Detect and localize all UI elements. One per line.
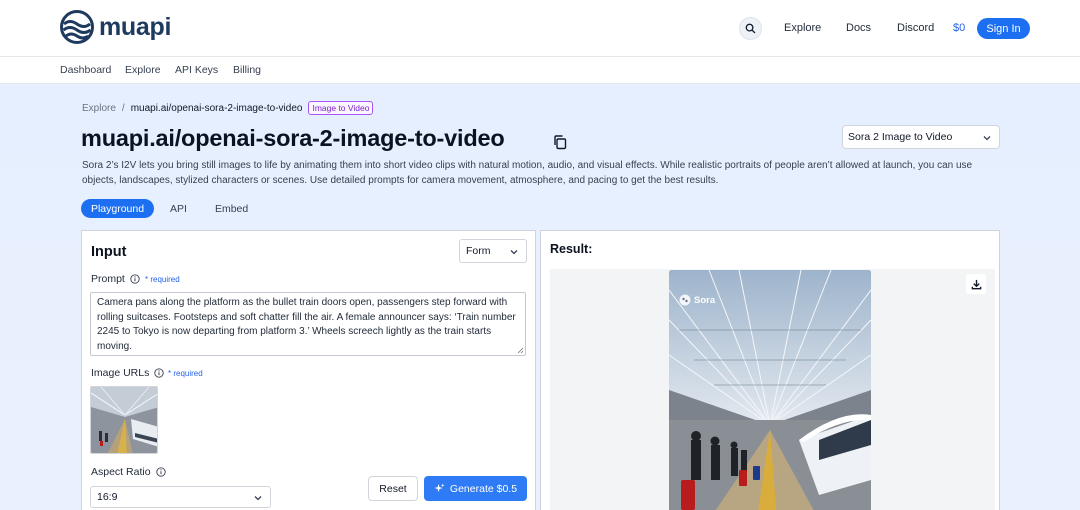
nav-discord-link[interactable]: Discord [897,22,934,34]
download-icon [971,279,981,289]
subnav-billing-link[interactable]: Billing [233,64,261,76]
result-video[interactable]: Sora [669,270,871,510]
generate-button-label: Generate $0.5 [449,482,518,495]
top-navbar: muapi Explore Docs Discord $0 Sign In [0,0,1080,57]
breadcrumb-separator: / [121,102,125,114]
info-icon[interactable] [130,274,140,284]
resize-grip-icon[interactable] [517,347,524,354]
nav-explore-link[interactable]: Explore [784,22,821,34]
sign-in-button[interactable]: Sign In [977,18,1030,39]
prompt-label-text: Prompt [91,273,125,285]
input-panel: Input Form Prompt * required Camera pans… [81,230,536,510]
prompt-required-note: * required [145,275,180,284]
page-description: Sora 2’s I2V lets you bring still images… [82,160,973,186]
sparkle-icon [434,483,445,493]
result-preview-area: Sora [550,269,995,510]
model-select[interactable]: Sora 2 Image to Video [842,125,1000,149]
search-button[interactable] [739,17,762,40]
search-icon [745,23,756,34]
image-urls-required-note: * required [168,369,203,378]
view-tabs: Playground API Embed [81,199,248,218]
download-button[interactable] [966,274,986,294]
info-icon[interactable] [154,368,165,378]
train-platform-video-frame [669,270,871,510]
breadcrumb-root-link[interactable]: Explore [82,103,116,114]
breadcrumb: Explore / muapi.ai/openai-sora-2-image-t… [82,101,374,115]
train-station-image [91,387,157,453]
result-panel-title: Result: [550,242,593,256]
tab-api[interactable]: API [170,199,187,218]
copy-icon[interactable] [552,134,568,150]
main-content: Explore / muapi.ai/openai-sora-2-image-t… [0,84,1080,510]
page-title: muapi.ai/openai-sora-2-image-to-video [81,125,505,151]
subnav-dashboard-link[interactable]: Dashboard [60,64,111,76]
input-mode-select[interactable]: Form [459,239,527,263]
brand-logo[interactable]: muapi [60,10,171,44]
subnav-explore-link[interactable]: Explore [125,64,161,76]
aspect-ratio-label-text: Aspect Ratio [91,466,151,478]
breadcrumb-current: muapi.ai/openai-sora-2-image-to-video [130,102,303,114]
image-urls-label: Image URLs [91,367,165,379]
reset-button[interactable]: Reset [368,476,418,501]
generate-button[interactable]: Generate $0.5 [424,476,527,501]
input-image-thumbnail[interactable] [90,386,158,454]
aspect-ratio-label: Aspect Ratio [91,466,166,478]
image-urls-label-text: Image URLs [91,367,150,379]
chevron-down-icon [983,136,991,141]
info-icon[interactable] [155,467,166,477]
logo-wave-icon [60,10,94,44]
nav-docs-link[interactable]: Docs [846,22,871,34]
chevron-down-icon [254,496,262,501]
chevron-down-icon [510,250,518,255]
tab-playground[interactable]: Playground [81,199,154,218]
prompt-text: Camera pans along the platform as the bu… [97,297,516,352]
aspect-ratio-select[interactable]: 16:9 [90,486,271,508]
result-panel: Result: Sora [540,230,1000,510]
brand-name: muapi [99,12,172,41]
aspect-ratio-value: 16:9 [97,491,118,503]
sora-watermark-text: Sora [694,294,716,306]
sora-watermark: Sora [679,294,715,306]
sub-navbar: Dashboard Explore API Keys Billing [0,57,1080,84]
model-select-value: Sora 2 Image to Video [848,131,953,143]
balance-link[interactable]: $0 [953,22,965,34]
sora-logo-icon [679,294,691,306]
tab-embed[interactable]: Embed [215,199,248,218]
prompt-textarea[interactable]: Camera pans along the platform as the bu… [90,292,526,356]
input-panel-title: Input [91,244,127,260]
prompt-label: Prompt [91,273,140,285]
input-mode-value: Form [466,245,491,257]
subnav-api-keys-link[interactable]: API Keys [175,64,218,76]
category-badge: Image to Video [308,101,374,115]
